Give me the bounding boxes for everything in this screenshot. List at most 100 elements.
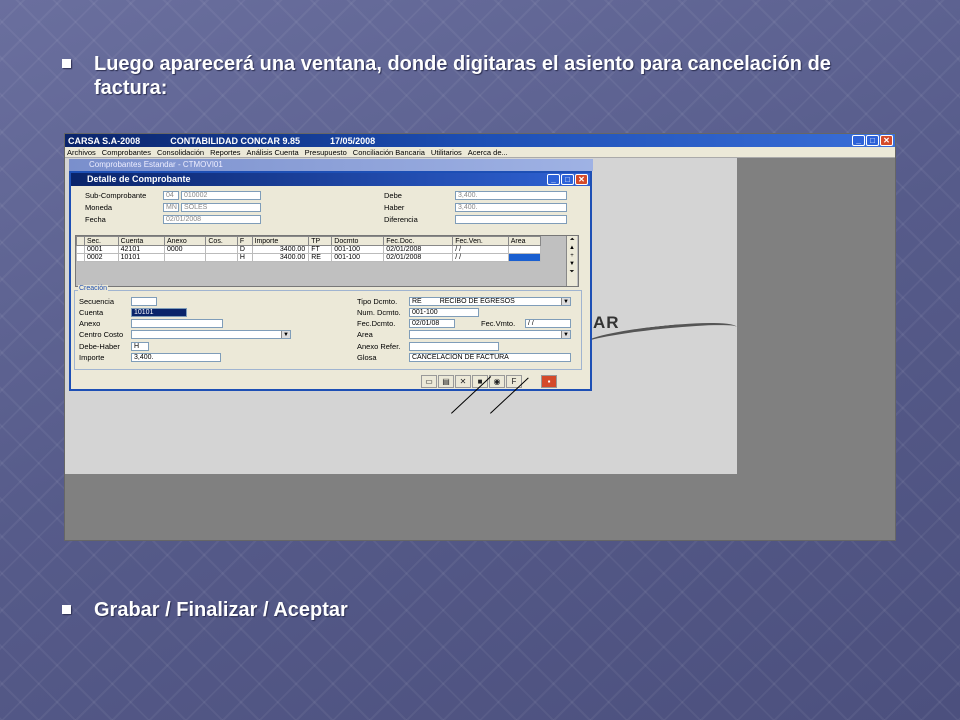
grid-row-selector[interactable] — [76, 245, 85, 254]
cell-tp[interactable]: RE — [308, 253, 333, 262]
grid-header-area[interactable]: Area — [507, 236, 542, 246]
chevron-down-icon[interactable]: ▼ — [561, 298, 570, 305]
moneda-code-field[interactable]: MN — [163, 203, 179, 212]
cell-sec[interactable]: 0002 — [84, 253, 119, 262]
grid-scrollbar[interactable]: ⏶ ▲ + ▼ ⏷ — [566, 236, 577, 286]
grid-header-tp[interactable]: TP — [308, 236, 333, 246]
close-icon[interactable]: ✕ — [880, 135, 893, 146]
creacion-group-label: Creación — [78, 285, 109, 292]
dialog-close-icon[interactable]: ✕ — [575, 174, 588, 185]
diferencia-field[interactable] — [455, 215, 567, 224]
cell-cuenta[interactable]: 10101 — [117, 253, 165, 262]
cell-fec-doc[interactable]: 02/01/2008 — [383, 245, 454, 254]
tipo-dcmto-select[interactable]: RE RECIBO DE EGRESOS ▼ — [409, 297, 571, 306]
grid-header-anexo[interactable]: Anexo — [163, 236, 207, 246]
grid-header-sec[interactable]: Sec. — [84, 236, 119, 246]
scroll-top-icon[interactable]: ⏶ — [567, 236, 577, 244]
scroll-down-icon[interactable]: ▼ — [567, 260, 577, 268]
delete-icon[interactable]: ✕ — [455, 375, 471, 388]
cell-cos[interactable] — [205, 245, 238, 254]
menu-consolidacion[interactable]: Consolidación — [157, 148, 204, 157]
background-logo-text: AR — [593, 313, 620, 332]
dialog-minimize-icon[interactable]: _ — [547, 174, 560, 185]
bullet-instruction-2: Grabar / Finalizar / Aceptar — [62, 598, 662, 622]
importe-label: Importe — [79, 353, 105, 362]
area-select[interactable]: ▼ — [409, 330, 571, 339]
grid-header-docmto[interactable]: Docmto — [331, 236, 385, 246]
cell-cos[interactable] — [205, 253, 238, 262]
fec-vmto-field[interactable]: / / — [525, 319, 571, 328]
exit-icon[interactable]: ▪ — [541, 375, 557, 388]
table-row[interactable]: 0001 42101 0000 D 3400.00 FT 001-100 02/… — [76, 245, 542, 254]
glosa-field[interactable]: CANCELACION DE FACTURA — [409, 353, 571, 362]
cell-docmto[interactable]: 001-100 — [331, 253, 385, 262]
moneda-name-field[interactable]: SOLES — [181, 203, 261, 212]
anexo-field[interactable] — [131, 319, 223, 328]
importe-field[interactable]: 3,400. — [131, 353, 221, 362]
chevron-down-icon[interactable]: ▼ — [561, 331, 570, 338]
dialog-maximize-icon[interactable]: □ — [561, 174, 574, 185]
anexo-refer-field[interactable] — [409, 342, 499, 351]
num-dcmto-label: Num. Dcmto. — [357, 308, 401, 317]
new-icon[interactable]: ▭ — [421, 375, 437, 388]
glosa-label: Glosa — [357, 353, 377, 362]
cell-anexo[interactable] — [163, 253, 207, 262]
menu-acerca-de[interactable]: Acerca de... — [468, 148, 508, 157]
sub-comprobante-label: Sub-Comprobante — [85, 191, 147, 200]
cell-f[interactable]: H — [236, 253, 253, 262]
cell-importe[interactable]: 3400.00 — [251, 245, 310, 254]
sub-comprobante-code-field[interactable]: 04 — [163, 191, 179, 200]
search-icon[interactable]: ◉ — [489, 375, 505, 388]
centro-costo-select[interactable]: ▼ — [131, 330, 291, 339]
debe-haber-field[interactable]: H — [131, 342, 149, 351]
menu-analisis-cuenta[interactable]: Análisis Cuenta — [247, 148, 299, 157]
cell-cuenta[interactable]: 42101 — [117, 245, 165, 254]
cell-docmto[interactable]: 001-100 — [331, 245, 385, 254]
menu-reportes[interactable]: Reportes — [210, 148, 240, 157]
menu-presupuesto[interactable]: Presupuesto — [305, 148, 347, 157]
tipo-dcmto-label: Tipo Dcmto. — [357, 297, 398, 306]
grid-header-importe[interactable]: Importe — [251, 236, 310, 246]
cell-importe[interactable]: 3400.00 — [251, 253, 310, 262]
grid-header-cuenta[interactable]: Cuenta — [117, 236, 165, 246]
cell-anexo[interactable]: 0000 — [163, 245, 207, 254]
grid-header-f[interactable]: F — [236, 236, 253, 246]
scroll-add-icon[interactable]: + — [567, 252, 577, 260]
centro-costo-label: Centro Costo — [79, 330, 124, 339]
cell-fec-doc[interactable]: 02/01/2008 — [383, 253, 454, 262]
background-window-title[interactable]: Comprobantes Estandar - CTMOVI01 — [69, 159, 593, 171]
maximize-icon[interactable]: □ — [866, 135, 879, 146]
fec-dcmto-field[interactable]: 02/01/08 — [409, 319, 455, 328]
scroll-up-icon[interactable]: ▲ — [567, 244, 577, 252]
menu-utilitarios[interactable]: Utilitarios — [431, 148, 462, 157]
sub-comprobante-number-field[interactable]: 010002 — [181, 191, 261, 200]
menu-archivos[interactable]: Archivos — [67, 148, 96, 157]
bullet-text-2: Grabar / Finalizar / Aceptar — [94, 599, 348, 621]
secuencia-field[interactable] — [131, 297, 157, 306]
fecha-field[interactable]: 02/01/2008 — [163, 215, 261, 224]
cell-fec-ven[interactable]: / / — [452, 253, 509, 262]
num-dcmto-field[interactable]: 001-100 — [409, 308, 479, 317]
cell-f[interactable]: D — [236, 245, 253, 254]
scroll-bottom-icon[interactable]: ⏷ — [567, 268, 577, 276]
menu-comprobantes[interactable]: Comprobantes — [102, 148, 151, 157]
menu-conciliacion-bancaria[interactable]: Conciliación Bancaria — [353, 148, 425, 157]
debe-field[interactable]: 3,400. — [455, 191, 567, 200]
grid-header-cos[interactable]: Cos. — [205, 236, 238, 246]
cell-tp[interactable]: FT — [308, 245, 333, 254]
cell-area[interactable] — [507, 245, 542, 254]
table-row[interactable]: 0002 10101 H 3400.00 RE 001-100 02/01/20… — [76, 253, 542, 262]
cell-fec-ven[interactable]: / / — [452, 245, 509, 254]
cuenta-field[interactable]: 10101 — [131, 308, 187, 317]
minimize-icon[interactable]: _ — [852, 135, 865, 146]
cell-area-selected[interactable] — [507, 253, 542, 262]
grid-row-selector[interactable] — [76, 253, 85, 262]
grid-header-fec-ven[interactable]: Fec.Ven. — [452, 236, 509, 246]
grid-header-fec-doc[interactable]: Fec.Doc. — [383, 236, 454, 246]
cell-sec[interactable]: 0001 — [84, 245, 119, 254]
open-icon[interactable]: ▤ — [438, 375, 454, 388]
haber-field[interactable]: 3,400. — [455, 203, 567, 212]
app-title-name: CONTABILIDAD CONCAR 9.85 — [170, 135, 301, 146]
app-titlebar: CARSA S.A-2008 CONTABILIDAD CONCAR 9.85 … — [65, 134, 895, 147]
chevron-down-icon[interactable]: ▼ — [281, 331, 290, 338]
